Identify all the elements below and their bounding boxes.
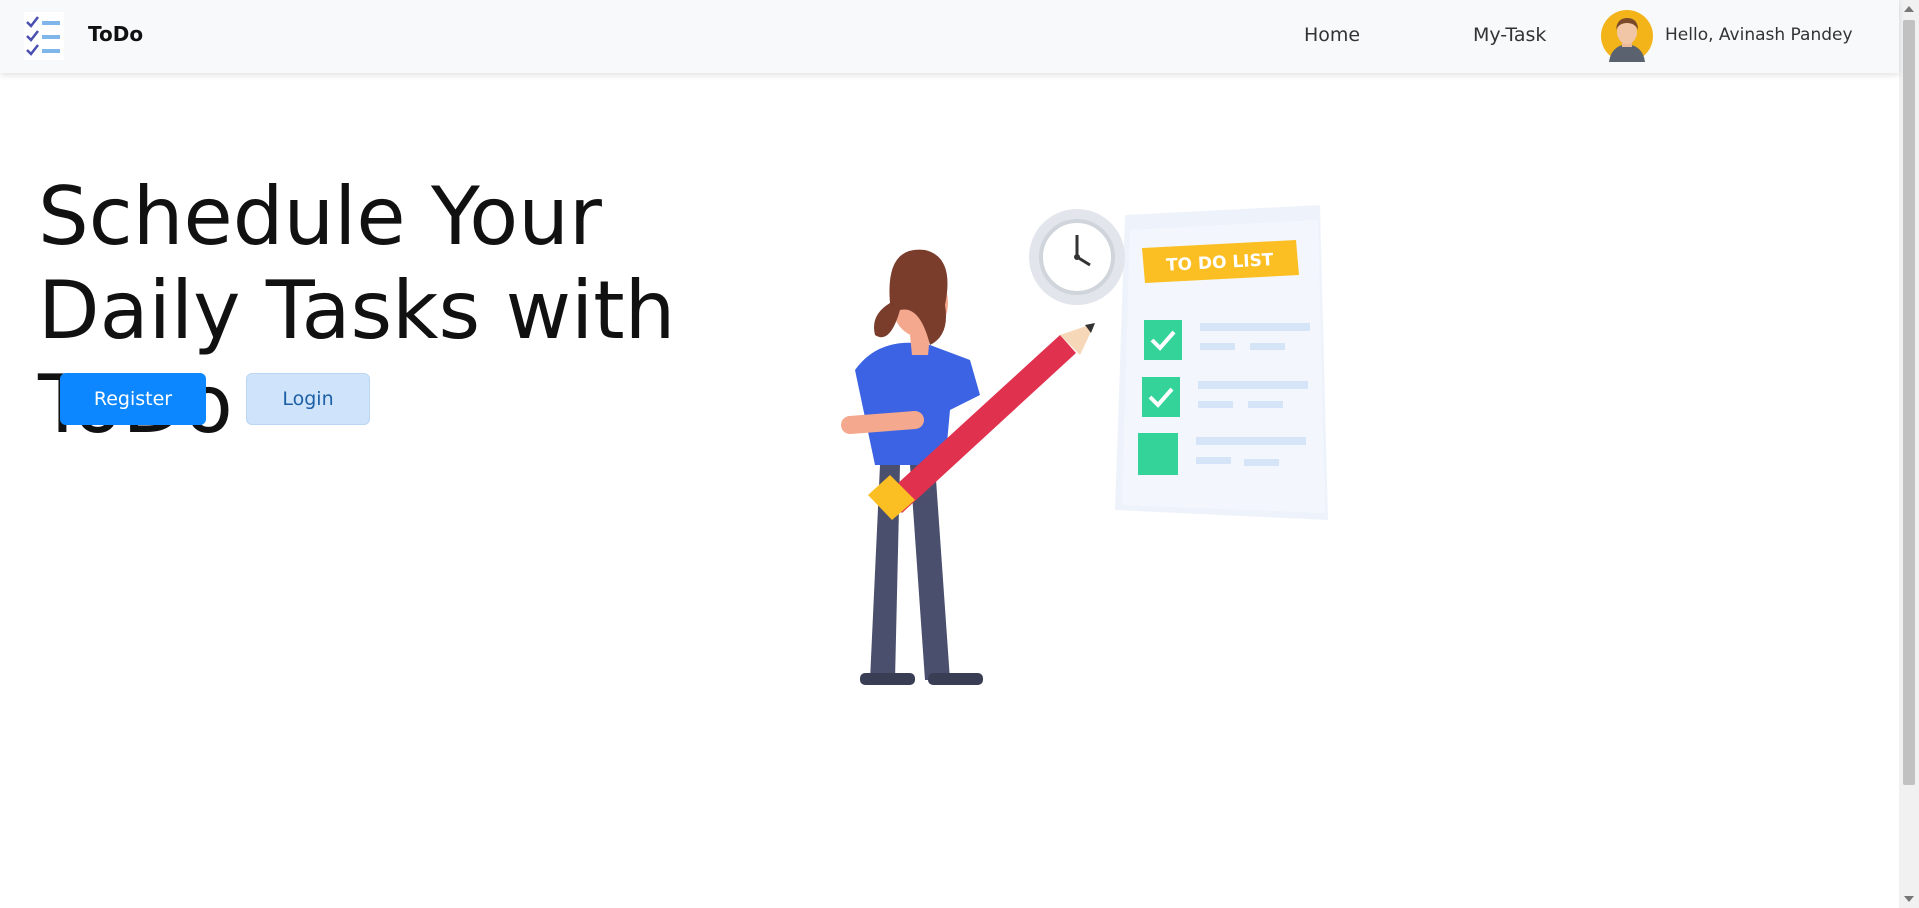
checked-box-icon <box>1144 320 1182 360</box>
checklist-logo-icon[interactable] <box>24 12 64 60</box>
user-avatar-icon[interactable] <box>1601 10 1653 62</box>
top-navbar: ToDo Home My-Task Hello, Avinash Pandey <box>0 0 1899 73</box>
nav-link-home[interactable]: Home <box>1304 24 1360 46</box>
login-button[interactable]: Login <box>246 373 370 425</box>
scroll-up-icon[interactable] <box>1904 6 1914 12</box>
vertical-scrollbar[interactable] <box>1899 0 1919 908</box>
user-greeting: Hello, Avinash Pandey <box>1665 25 1853 45</box>
scrollbar-thumb[interactable] <box>1903 20 1915 785</box>
register-button[interactable]: Register <box>60 373 206 425</box>
nav-link-my-task[interactable]: My-Task <box>1473 24 1546 46</box>
todo-list-illustration: TO DO LIST <box>841 205 1328 685</box>
unchecked-box-icon <box>1138 433 1178 475</box>
checked-box-icon <box>1142 377 1180 417</box>
brand-name[interactable]: ToDo <box>88 22 143 46</box>
scroll-down-icon[interactable] <box>1904 896 1914 902</box>
gear-clock-icon <box>1029 209 1125 305</box>
